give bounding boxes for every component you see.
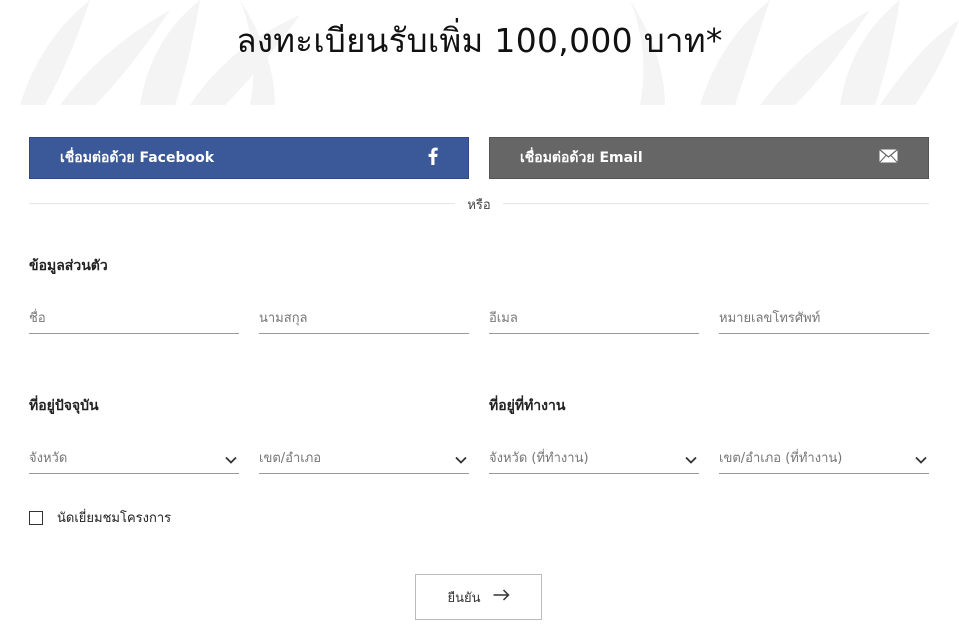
arrow-right-icon <box>493 589 510 605</box>
first-name-input[interactable] <box>29 304 239 332</box>
envelope-icon <box>879 149 898 167</box>
work-province-select-value: จังหวัด (ที่ทำงาน) <box>489 450 589 466</box>
current-address-heading: ที่อยู่ปัจจุบัน <box>29 398 99 414</box>
facebook-icon <box>428 147 438 169</box>
email-field <box>489 304 699 334</box>
last-name-input[interactable] <box>259 304 469 332</box>
visit-project-label[interactable]: นัดเยี่ยมชมโครงการ <box>57 507 171 528</box>
email-input[interactable] <box>489 304 699 332</box>
email-connect-button[interactable]: เชื่อมต่อด้วย Email <box>489 137 929 179</box>
submit-label: ยืนยัน <box>447 590 481 606</box>
personal-info-heading: ข้อมูลส่วนตัว <box>29 258 108 274</box>
or-text: หรือ <box>457 198 501 213</box>
district-select[interactable]: เขต/อำเภอ <box>259 444 469 474</box>
chevron-down-icon <box>685 449 697 468</box>
chevron-down-icon <box>915 449 927 468</box>
visit-project-option: นัดเยี่ยมชมโครงการ <box>29 507 171 528</box>
work-district-select-value: เขต/อำเภอ (ที่ทำงาน) <box>719 450 843 466</box>
phone-input[interactable] <box>719 304 929 332</box>
facebook-connect-button[interactable]: เชื่อมต่อด้วย Facebook <box>29 137 469 179</box>
province-select[interactable]: จังหวัด <box>29 444 239 474</box>
chevron-down-icon <box>225 449 237 468</box>
phone-field <box>719 304 929 334</box>
visit-project-checkbox[interactable] <box>29 510 43 525</box>
district-select-value: เขต/อำเภอ <box>259 450 322 466</box>
submit-button[interactable]: ยืนยัน <box>415 574 542 620</box>
last-name-field <box>259 304 469 334</box>
first-name-field <box>29 304 239 334</box>
work-district-select[interactable]: เขต/อำเภอ (ที่ทำงาน) <box>719 444 929 474</box>
email-connect-label: เชื่อมต่อด้วย Email <box>520 150 643 166</box>
work-address-heading: ที่อยู่ที่ทำงาน <box>489 398 566 414</box>
chevron-down-icon <box>455 449 467 468</box>
page-title: ลงทะเบียนรับเพิ่ม 100,000 บาท* <box>236 21 723 60</box>
work-province-select[interactable]: จังหวัด (ที่ทำงาน) <box>489 444 699 474</box>
facebook-connect-label: เชื่อมต่อด้วย Facebook <box>60 150 215 166</box>
province-select-value: จังหวัด <box>29 450 68 466</box>
or-divider: หรือ <box>29 194 929 213</box>
